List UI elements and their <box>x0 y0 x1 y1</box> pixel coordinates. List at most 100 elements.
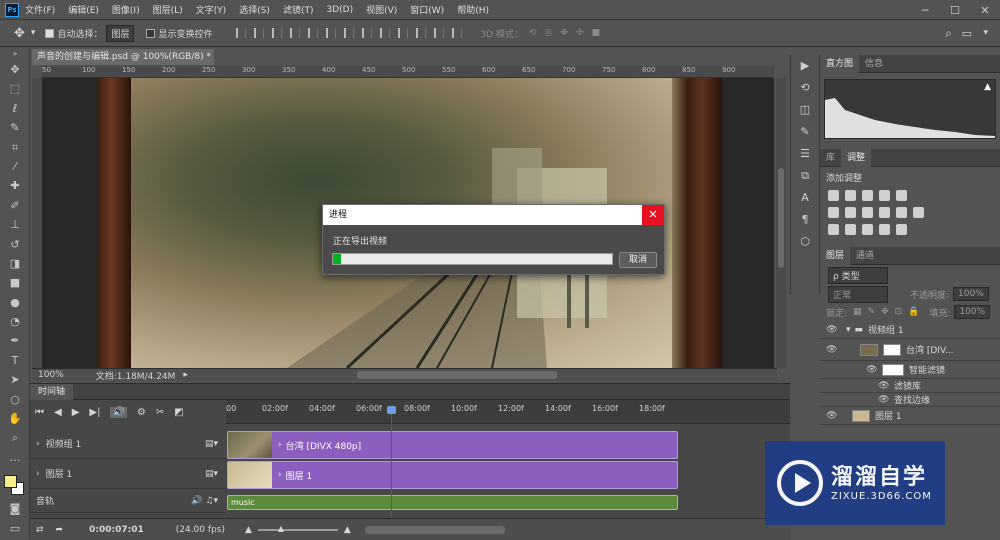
workspace-icon[interactable]: ▭ <box>962 27 972 40</box>
distribute-hcenter-icon[interactable] <box>416 28 427 38</box>
vertical-scrollbar[interactable] <box>776 78 786 368</box>
crop-tool-icon[interactable]: ⌗ <box>0 138 30 157</box>
color-lookup-icon[interactable] <box>913 207 924 218</box>
distribute-vcenter-icon[interactable] <box>362 28 373 38</box>
auto-select-checkbox[interactable] <box>45 28 55 38</box>
posterize-icon[interactable] <box>845 224 856 235</box>
document-tab[interactable]: 声音的创建与编辑.psd @ 100%(RGB/8) * × <box>32 49 214 78</box>
gradient-tool-icon[interactable]: ■ <box>0 273 30 292</box>
clip-expand-icon[interactable]: › <box>278 440 282 450</box>
black-white-icon[interactable] <box>862 207 873 218</box>
menu-type[interactable]: 文字(Y) <box>196 3 227 16</box>
layer-comps-icon[interactable]: ⧉ <box>791 165 819 187</box>
channel-mixer-icon[interactable] <box>896 207 907 218</box>
track-menu-icon[interactable]: ▤▾ <box>205 439 218 449</box>
expand-track-icon[interactable]: › <box>36 439 40 449</box>
layer-kind-filter[interactable]: ρ 类型 <box>828 266 888 284</box>
play-action-icon[interactable]: ▶ <box>791 55 819 77</box>
foreground-color-swatch[interactable] <box>4 475 17 489</box>
align-vcenter-icon[interactable] <box>254 28 265 38</box>
menu-help[interactable]: 帮助(H) <box>457 3 489 16</box>
convert-frame-icon[interactable]: ⇄ <box>36 525 44 535</box>
audio-track-icons[interactable]: 🔊 ♫▾ <box>191 496 218 506</box>
track-header-audio[interactable]: 音轨 🔊 ♫▾ <box>30 489 226 513</box>
history-icon[interactable]: ⟲ <box>791 77 819 99</box>
cancel-button[interactable]: 取消 <box>619 252 657 268</box>
screen-mode-icon[interactable]: ▭ <box>0 519 30 538</box>
pen-tool-icon[interactable]: ✒ <box>0 331 30 350</box>
timeline-zoom-slider[interactable]: ▲ <box>257 524 338 533</box>
menu-view[interactable]: 视图(V) <box>366 3 397 16</box>
photo-filter-icon[interactable] <box>879 207 890 218</box>
timeline-scrollbar[interactable] <box>364 525 505 534</box>
visibility-eye-icon[interactable]: 👁 <box>826 345 837 355</box>
visibility-eye-icon[interactable]: 👁 <box>826 325 837 335</box>
visibility-eye-icon[interactable]: 👁 <box>826 411 837 421</box>
zoom-slider-thumb[interactable]: ▲ <box>278 524 284 533</box>
marquee-tool-icon[interactable]: ⬚ <box>0 79 30 98</box>
visibility-eye-icon[interactable]: 👁 <box>878 381 889 391</box>
vibrance-icon[interactable] <box>896 190 907 201</box>
track-menu-icon[interactable]: ▤▾ <box>205 469 218 479</box>
menu-image[interactable]: 图像(I) <box>112 3 140 16</box>
distribute-right-icon[interactable] <box>434 28 445 38</box>
split-clip-icon[interactable]: ✂ <box>156 407 164 418</box>
brush-settings-icon[interactable]: ✎ <box>791 121 819 143</box>
play-icon[interactable]: ▶ <box>72 407 80 418</box>
layer-row-group[interactable]: 👁 ▾ ▬ 视频组 1 <box>820 321 1000 339</box>
align-hcenter-icon[interactable] <box>308 28 319 38</box>
visibility-eye-icon[interactable]: 👁 <box>866 365 877 375</box>
tab-histogram[interactable]: 直方图 <box>820 54 860 73</box>
glyphs-icon[interactable]: ¶ <box>791 209 819 231</box>
move-tool-icon[interactable]: ✥ <box>0 60 30 79</box>
quick-mask-icon[interactable]: ◙ <box>0 499 30 518</box>
track-header-video-group[interactable]: › 视频组 1 ▤▾ <box>30 429 226 459</box>
zoom-level[interactable]: 100% <box>38 370 64 380</box>
track-header-layer1[interactable]: › 图层 1 ▤▾ <box>30 459 226 489</box>
tab-layers[interactable]: 图层 <box>820 246 851 265</box>
prev-frame-icon[interactable]: ◀ <box>54 407 62 418</box>
lasso-tool-icon[interactable]: ℓ <box>0 99 30 118</box>
close-window-icon[interactable]: ✕ <box>970 4 1000 17</box>
search-icon[interactable]: ⌕ <box>945 26 952 41</box>
align-left-icon[interactable] <box>290 28 301 38</box>
auto-select-dropdown[interactable]: 图层 <box>106 24 135 42</box>
blend-mode-select[interactable]: 正常 <box>828 285 888 303</box>
tab-libraries[interactable]: 库 <box>820 149 841 167</box>
first-frame-icon[interactable]: ⏮ <box>35 407 44 418</box>
expand-track-icon[interactable]: › <box>36 469 40 479</box>
tool-preset-dropdown-icon[interactable]: ▾ <box>31 28 36 38</box>
layer-row-find-edges[interactable]: 👁 查找边缘 <box>820 393 1000 407</box>
expand-arrow-icon[interactable]: ▾ <box>846 325 851 335</box>
lock-icons[interactable]: ▦✎✥⊡🔒 <box>853 307 925 317</box>
fill-field[interactable]: 100% <box>954 305 991 319</box>
selective-color-icon[interactable] <box>879 224 890 235</box>
properties-icon[interactable]: ◫ <box>791 99 819 121</box>
more-tools-icon[interactable]: … <box>0 448 30 467</box>
dodge-tool-icon[interactable]: ◔ <box>0 312 30 331</box>
menu-window[interactable]: 窗口(W) <box>410 3 444 16</box>
invert-icon[interactable] <box>828 224 839 235</box>
layer-row-smart[interactable]: 👁 台湾 [DIV... <box>820 339 1000 361</box>
menu-file[interactable]: 文件(F) <box>25 3 55 16</box>
history-brush-tool-icon[interactable]: ↺ <box>0 235 30 254</box>
align-top-icon[interactable] <box>236 28 247 38</box>
zoom-tool-icon[interactable]: ⌕ <box>0 428 30 447</box>
scroll-thumb[interactable] <box>778 168 784 268</box>
type-tool-icon[interactable]: T <box>0 351 30 370</box>
threshold-icon[interactable] <box>862 224 873 235</box>
visibility-eye-icon[interactable]: 👁 <box>878 395 889 405</box>
horizontal-scroll-thumb[interactable] <box>357 371 557 379</box>
tab-adjustments[interactable]: 调整 <box>841 148 872 167</box>
playhead-line[interactable] <box>391 408 392 522</box>
eraser-tool-icon[interactable]: ◨ <box>0 254 30 273</box>
layer-row-filter-gallery[interactable]: 👁 滤镜库 <box>820 379 1000 393</box>
playhead-handle[interactable] <box>387 406 396 414</box>
close-icon[interactable]: ✕ <box>642 205 664 225</box>
video-clip-taiwan[interactable]: › 台湾 [DIVX 480p] <box>227 431 678 459</box>
align-bottom-icon[interactable] <box>272 28 283 38</box>
character-icon[interactable]: ☰ <box>791 143 819 165</box>
brush-tool-icon[interactable]: ✐ <box>0 196 30 215</box>
curves-icon[interactable] <box>862 190 873 201</box>
maximize-icon[interactable]: ☐ <box>940 4 970 17</box>
